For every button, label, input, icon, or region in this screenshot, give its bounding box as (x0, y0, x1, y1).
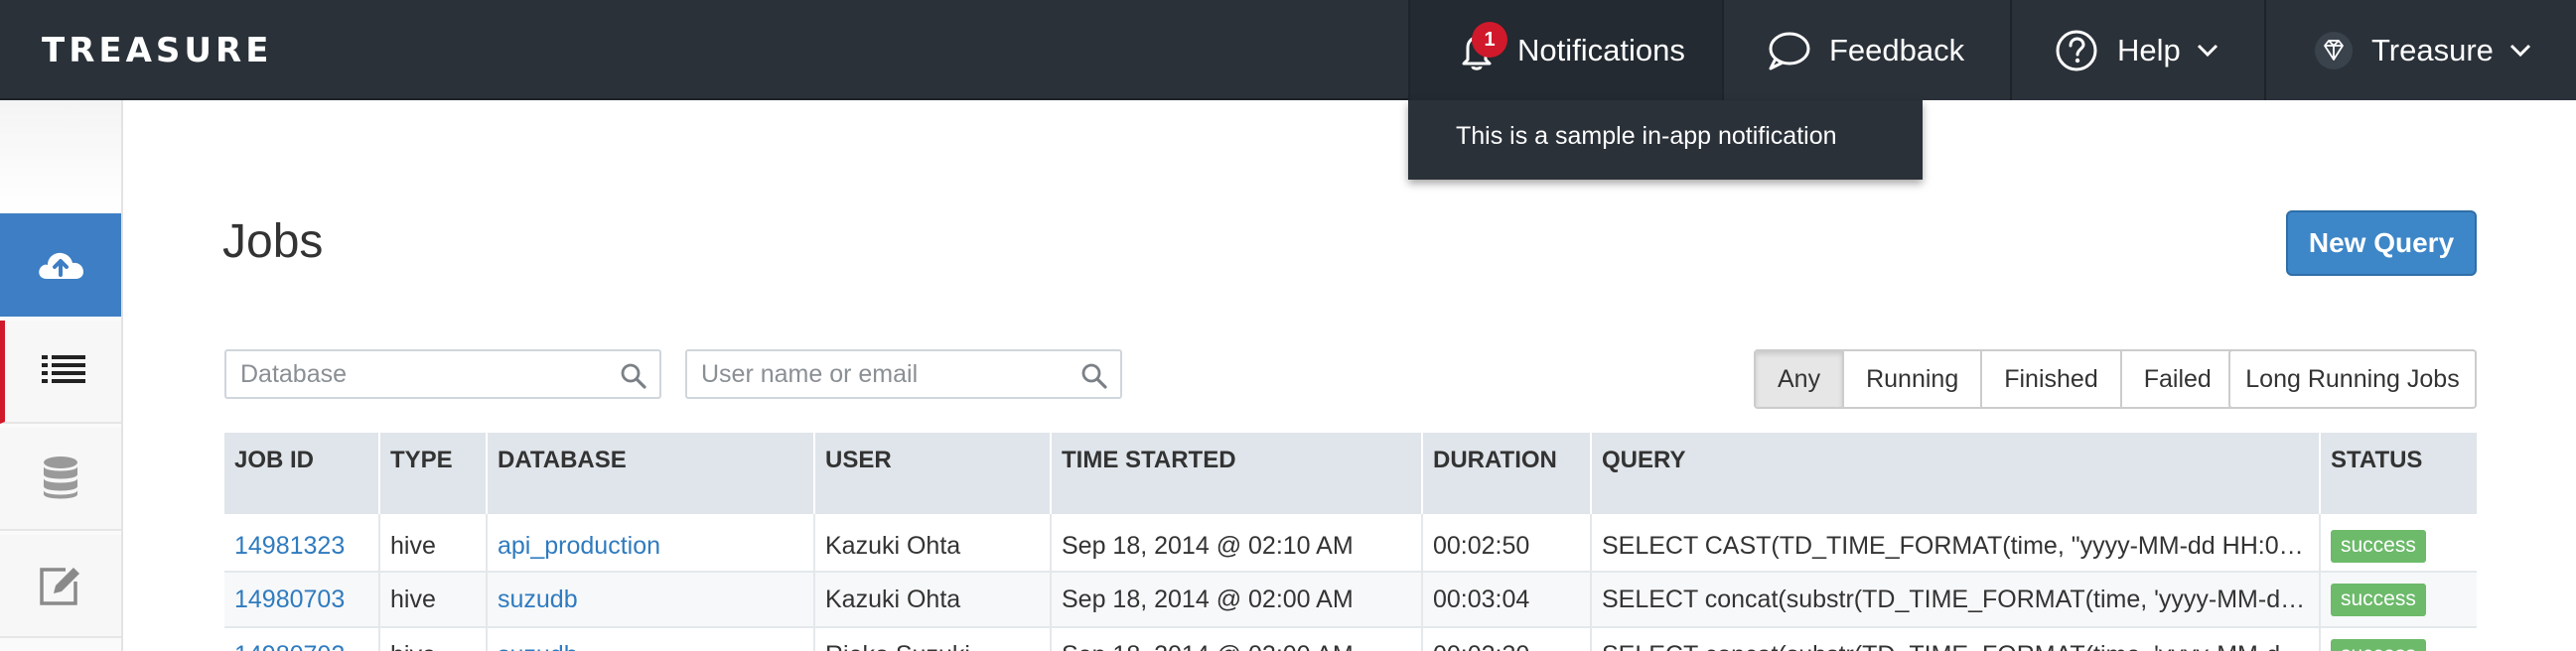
job-query: SELECT concat(substr(TD_TIME_FORMAT(time… (1590, 571, 2320, 627)
help-label: Help (2117, 32, 2181, 67)
new-query-button[interactable]: New Query (2286, 210, 2477, 276)
account-menu[interactable]: Treasure (2264, 0, 2576, 100)
filter-failed-button[interactable]: Failed (2121, 351, 2233, 407)
table-row[interactable]: 14981323 hive api_production Kazuki Ohta… (224, 514, 2477, 572)
sidebar-item-query-editor[interactable] (0, 535, 121, 638)
sidebar-item-databases[interactable] (0, 428, 121, 531)
filter-any-button[interactable]: Any (1756, 351, 1845, 407)
list-icon (41, 355, 85, 383)
help-menu[interactable]: Help (2010, 0, 2264, 100)
jobs-table: JOB ID TYPE DATABASE USER TIME STARTED D… (224, 433, 2477, 651)
job-type: hive (378, 626, 487, 651)
job-type: hive (378, 514, 487, 572)
speech-bubble-icon (1769, 32, 1810, 69)
database-link[interactable]: api_production (498, 532, 660, 560)
status-badge: success (2331, 639, 2426, 651)
page-title: Jobs (222, 215, 324, 268)
feedback-button[interactable]: Feedback (1722, 0, 2010, 100)
job-user: Kazuki Ohta (813, 514, 1051, 572)
logo[interactable]: TREASURE (42, 31, 272, 70)
notifications-label: Notifications (1517, 32, 1685, 67)
database-link[interactable]: suzudb (498, 586, 578, 613)
job-time-started: Sep 18, 2014 @ 02:10 AM (1050, 514, 1422, 572)
table-row[interactable]: 14980703 hive suzudb Kazuki Ohta Sep 18,… (224, 571, 2477, 627)
sidebar-item-upload[interactable] (0, 213, 121, 317)
filter-running-button[interactable]: Running (1844, 351, 1983, 407)
job-id-link[interactable]: 14980702 (234, 641, 345, 651)
database-icon (44, 456, 77, 499)
top-navbar: TREASURE Notifications 1 Feedback Help T… (0, 0, 2576, 100)
job-duration: 00:02:30 (1421, 626, 1591, 651)
database-search-input[interactable] (226, 351, 659, 397)
account-label: Treasure (2371, 32, 2494, 67)
search-icon[interactable] (620, 362, 647, 390)
job-id-link[interactable]: 14980703 (234, 586, 345, 613)
notification-dropdown[interactable]: This is a sample in-app notification (1408, 100, 1923, 180)
status-filter-group: Any Running Finished Failed (1754, 349, 2235, 409)
notification-count-badge: 1 (1472, 22, 1507, 58)
edit-icon (40, 568, 79, 605)
sidebar (0, 100, 123, 651)
job-query: SELECT concat(substr(TD_TIME_FORMAT(time… (1590, 626, 2320, 651)
job-type: hive (378, 571, 487, 627)
cloud-upload-icon (39, 252, 83, 279)
job-id-link[interactable]: 14981323 (234, 532, 345, 560)
feedback-label: Feedback (1829, 32, 1965, 67)
job-time-started: Sep 18, 2014 @ 02:00 AM (1050, 626, 1422, 651)
status-badge: success (2331, 530, 2426, 563)
user-search-input[interactable] (687, 351, 1120, 397)
sidebar-header (0, 100, 121, 213)
column-header-query[interactable]: QUERY (1590, 433, 2320, 514)
job-query: SELECT CAST(TD_TIME_FORMAT(time, "yyyy-M… (1590, 514, 2320, 572)
column-header-status[interactable]: STATUS (2319, 433, 2477, 514)
notification-message: This is a sample in-app notification (1456, 122, 1837, 150)
database-link[interactable]: suzudb (498, 641, 578, 651)
long-running-jobs-button[interactable]: Long Running Jobs (2228, 349, 2477, 409)
chevron-down-icon (2197, 44, 2218, 57)
column-header-type[interactable]: TYPE (378, 433, 487, 514)
column-header-job-id[interactable]: JOB ID (224, 433, 379, 514)
diamond-icon (2315, 31, 2353, 69)
column-header-user[interactable]: USER (813, 433, 1051, 514)
sidebar-item-jobs[interactable] (0, 321, 121, 424)
filter-finished-button[interactable]: Finished (1982, 351, 2122, 407)
job-duration: 00:02:50 (1421, 514, 1591, 572)
column-header-database[interactable]: DATABASE (486, 433, 814, 514)
job-duration: 00:03:04 (1421, 571, 1591, 627)
notifications-button[interactable]: Notifications (1408, 0, 1722, 100)
table-row[interactable]: 14980702 hive suzudb Rieko Suzuki Sep 18… (224, 626, 2477, 651)
job-user: Rieko Suzuki (813, 626, 1051, 651)
status-badge: success (2331, 583, 2426, 616)
column-header-duration[interactable]: DURATION (1421, 433, 1591, 514)
database-search (224, 349, 661, 399)
search-icon[interactable] (1080, 362, 1108, 390)
job-user: Kazuki Ohta (813, 571, 1051, 627)
job-time-started: Sep 18, 2014 @ 02:00 AM (1050, 571, 1422, 627)
help-icon (2056, 30, 2097, 70)
table-header-row: JOB ID TYPE DATABASE USER TIME STARTED D… (224, 433, 2477, 514)
user-search (685, 349, 1122, 399)
chevron-down-icon (2509, 44, 2530, 57)
column-header-time-started[interactable]: TIME STARTED (1050, 433, 1422, 514)
